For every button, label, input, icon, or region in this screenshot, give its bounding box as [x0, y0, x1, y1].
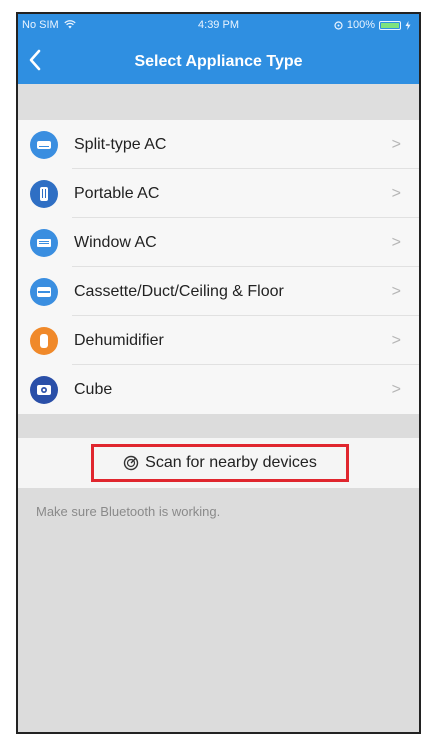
chevron-right-icon: >	[391, 135, 401, 153]
section-spacer	[18, 84, 419, 120]
appliance-list: Split-type AC > Portable AC > Window AC …	[18, 120, 419, 414]
appliance-item-dehumidifier[interactable]: Dehumidifier >	[18, 316, 419, 365]
scan-row: Scan for nearby devices	[18, 438, 419, 488]
chevron-right-icon: >	[391, 184, 401, 202]
nav-bar: Select Appliance Type	[18, 44, 419, 82]
split-ac-icon	[30, 130, 58, 159]
appliance-label: Dehumidifier	[74, 331, 164, 349]
window-ac-icon	[30, 228, 58, 257]
battery-status: 100%	[334, 19, 411, 31]
battery-icon	[379, 20, 401, 30]
appliance-label: Window AC	[74, 233, 157, 251]
portable-ac-icon	[30, 179, 58, 208]
battery-percent: 100%	[346, 19, 375, 31]
orientation-lock-icon	[334, 20, 343, 30]
status-bar: No SIM 4:39 PM 100%	[18, 14, 419, 36]
scan-icon	[123, 455, 139, 471]
appliance-label: Split-type AC	[74, 135, 167, 153]
app-header: No SIM 4:39 PM 100% Select Appliance Typ…	[18, 14, 419, 84]
appliance-item-split-ac[interactable]: Split-type AC >	[18, 120, 419, 169]
section-spacer	[18, 414, 419, 438]
chevron-right-icon: >	[391, 380, 401, 398]
appliance-item-cassette[interactable]: Cassette/Duct/Ceiling & Floor >	[18, 267, 419, 316]
bluetooth-hint: Make sure Bluetooth is working.	[36, 504, 221, 519]
cube-icon	[30, 375, 58, 404]
chevron-right-icon: >	[391, 282, 401, 300]
appliance-label: Cube	[74, 380, 113, 398]
chevron-right-icon: >	[391, 233, 401, 251]
chevron-right-icon: >	[391, 331, 401, 349]
scan-nearby-devices-button[interactable]: Scan for nearby devices	[91, 444, 349, 482]
page-title: Select Appliance Type	[134, 53, 303, 70]
dehumidifier-icon	[30, 326, 58, 355]
appliance-item-portable-ac[interactable]: Portable AC >	[18, 169, 419, 218]
phone-screen: No SIM 4:39 PM 100% Select Appliance Typ…	[16, 12, 421, 734]
scan-label: Scan for nearby devices	[145, 454, 317, 471]
appliance-label: Portable AC	[74, 184, 160, 202]
cassette-ac-icon	[30, 277, 58, 306]
charging-icon	[405, 20, 411, 30]
appliance-label: Cassette/Duct/Ceiling & Floor	[74, 282, 284, 300]
appliance-item-cube[interactable]: Cube >	[18, 365, 419, 414]
appliance-item-window-ac[interactable]: Window AC >	[18, 218, 419, 267]
